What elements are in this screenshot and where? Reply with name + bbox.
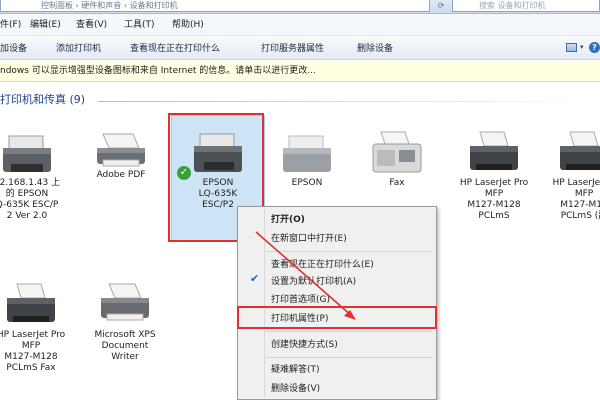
annotation-arrow bbox=[255, 231, 356, 320]
